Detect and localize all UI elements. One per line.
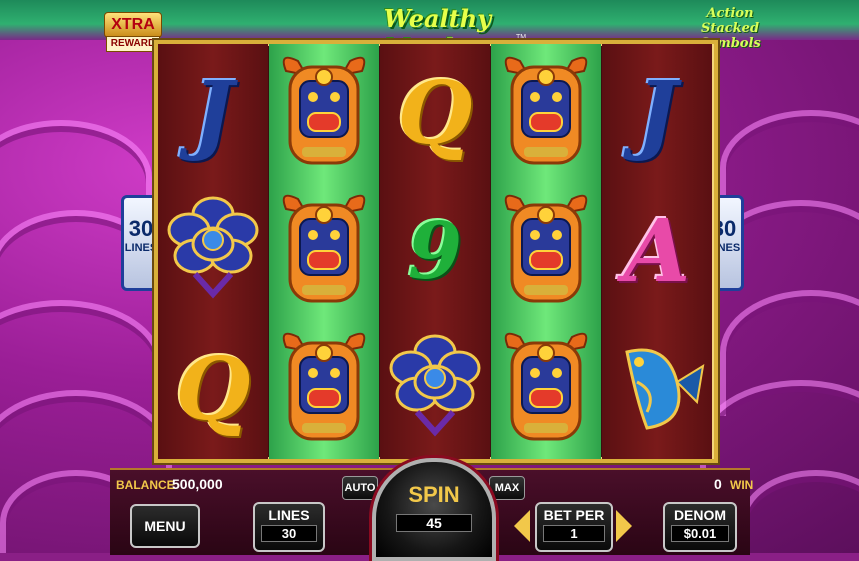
reel-4 — [491, 44, 601, 459]
reel-cell — [602, 320, 712, 458]
letter-q-symbol: Q — [397, 62, 473, 164]
ox-mask-icon — [276, 327, 372, 452]
xtra-reward-top: XTRA — [104, 12, 162, 38]
reel-cell — [491, 182, 601, 320]
ox-mask-icon — [276, 189, 372, 314]
reel-cell — [269, 320, 379, 458]
reel-3: Q9 — [380, 44, 490, 459]
bet-per-button[interactable]: BET PER 1 — [535, 502, 613, 552]
reel-cell — [491, 44, 601, 182]
feature-line-2: Stacked — [700, 21, 760, 36]
reel-5: JA — [602, 44, 712, 459]
bet-per-value: 1 — [543, 525, 605, 542]
xtra-reward-bottom: REWARD — [106, 36, 160, 52]
reel-cell — [491, 320, 601, 458]
ox-mask-icon — [498, 189, 594, 314]
peony-flower-icon — [165, 194, 261, 309]
reel-1: JQ — [158, 44, 268, 459]
letter-j-symbol: J — [192, 62, 234, 164]
ox-mask-icon — [276, 51, 372, 176]
denom-label: DENOM — [673, 507, 727, 523]
bet-per-label: BET PER — [543, 507, 605, 523]
bet-increase-button[interactable] — [616, 510, 632, 542]
auto-button[interactable]: AUTO — [342, 476, 378, 500]
reel-cell — [269, 182, 379, 320]
reel-cell: J — [158, 44, 268, 182]
lines-button-label: LINES — [268, 507, 310, 523]
reel-cell — [269, 44, 379, 182]
ox-mask-icon — [498, 51, 594, 176]
lines-badge-number: 30 — [128, 216, 154, 241]
letter-q-symbol: Q — [175, 338, 251, 440]
reel-2 — [269, 44, 379, 459]
koi-fish-icon — [607, 332, 707, 447]
peony-flower-icon — [387, 332, 483, 447]
spin-label: SPIN — [408, 482, 460, 507]
number-9-symbol: 9 — [407, 205, 463, 297]
reel-cell — [158, 182, 268, 320]
reels-frame: JQQ9JA — [154, 40, 718, 463]
letter-a-symbol: A — [623, 200, 691, 302]
win-value: 0 — [714, 476, 722, 492]
reel-cell: Q — [380, 44, 490, 182]
letter-j-symbol: J — [636, 62, 678, 164]
lines-button-value: 30 — [261, 525, 317, 542]
reel-cell — [380, 320, 490, 458]
feature-line-1: Action — [706, 6, 754, 21]
spin-bet-value: 45 — [396, 514, 472, 532]
balance-label: BALANCE — [116, 478, 175, 492]
reel-cell: A — [602, 182, 712, 320]
balance-value: 500,000 — [172, 476, 223, 492]
denom-button[interactable]: DENOM $0.01 — [663, 502, 737, 552]
lines-button[interactable]: LINES 30 — [253, 502, 325, 552]
reel-cell: Q — [158, 320, 268, 458]
win-label: WIN — [730, 478, 754, 492]
reel-cell: J — [602, 44, 712, 182]
bet-decrease-button[interactable] — [514, 510, 530, 542]
lines-badge-label: LINES — [124, 242, 158, 254]
denom-value: $0.01 — [671, 525, 729, 542]
xtra-reward-logo: XTRA REWARD — [104, 12, 162, 52]
max-button[interactable]: MAX — [489, 476, 525, 500]
ox-mask-icon — [498, 327, 594, 452]
reel-cell: 9 — [380, 182, 490, 320]
menu-button[interactable]: MENU — [130, 504, 200, 548]
